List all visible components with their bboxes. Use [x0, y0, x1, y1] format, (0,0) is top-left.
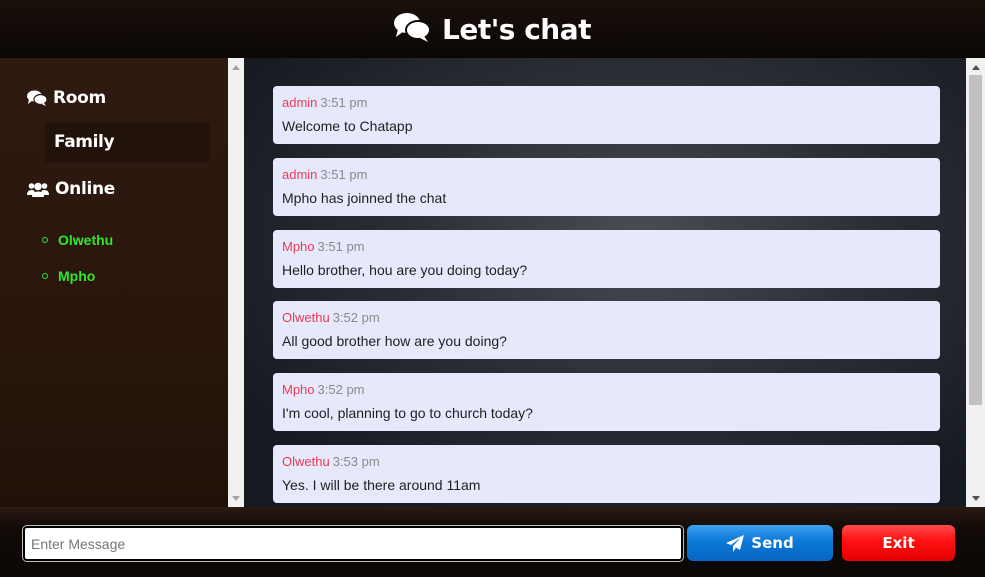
message-time: 3:51 pm — [320, 95, 368, 110]
message-author: admin — [282, 95, 318, 110]
scroll-up-arrow-icon[interactable] — [966, 60, 985, 74]
circle-icon — [42, 237, 48, 243]
user-list-item: Olwethu — [42, 222, 113, 258]
paper-plane-icon — [726, 534, 745, 552]
app-header: Let's chat — [0, 0, 985, 58]
comments-icon — [27, 90, 47, 106]
message-author: Mpho — [282, 382, 315, 397]
message-time: 3:53 pm — [332, 454, 380, 469]
scroll-up-arrow-icon[interactable] — [228, 60, 244, 74]
sidebar-scrollbar[interactable] — [228, 58, 244, 507]
comments-icon — [393, 13, 430, 42]
chat-message: admin 3:51 pm Welcome to Chatapp — [273, 86, 940, 144]
scroll-down-arrow-icon[interactable] — [228, 491, 244, 505]
chat-message: Mpho 3:51 pm Hello brother, hou are you d… — [273, 230, 940, 288]
message-author: Mpho — [282, 239, 315, 254]
message-text: Mpho has joinned the chat — [282, 190, 447, 206]
message-composer: Send Exit — [0, 507, 985, 577]
message-time: 3:51 pm — [320, 167, 368, 182]
message-time: 3:51 pm — [317, 239, 365, 254]
page-title: Let's chat — [441, 12, 592, 46]
sidebar: Room Family Online Olwethu Mpho — [0, 58, 228, 507]
message-author: admin — [282, 167, 318, 182]
message-time: 3:52 pm — [317, 382, 365, 397]
chat-message: Mpho 3:52 pm I'm cool, planning to go to … — [273, 373, 940, 431]
user-name: Mpho — [58, 268, 96, 284]
users-icon — [27, 182, 49, 197]
scrollbar-thumb[interactable] — [969, 75, 982, 405]
message-text: Welcome to Chatapp — [282, 118, 413, 134]
online-heading: Online — [27, 179, 115, 199]
room-heading: Room — [27, 88, 106, 108]
scroll-down-arrow-icon[interactable] — [966, 491, 985, 505]
online-users-list: Olwethu Mpho — [42, 222, 113, 294]
message-text: I'm cool, planning to go to church today… — [282, 405, 533, 421]
chat-messages-panel: admin 3:51 pm Welcome to Chatapp admin 3:5… — [244, 58, 966, 507]
exit-label: Exit — [882, 534, 915, 552]
message-author: Olwethu — [282, 310, 330, 325]
online-label: Online — [55, 179, 116, 199]
room-name: Family — [45, 122, 210, 162]
chat-message: admin 3:51 pm Mpho has joinned the chat — [273, 158, 940, 216]
message-input[interactable] — [22, 525, 684, 562]
chat-message: Olwethu 3:52 pm All good brother how are … — [273, 301, 940, 359]
message-text: Hello brother, hou are you doing today? — [282, 262, 528, 278]
chat-message: Olwethu 3:53 pm Yes. I will be there arou… — [273, 445, 940, 503]
send-button[interactable]: Send — [687, 525, 833, 561]
chat-scrollbar[interactable] — [966, 58, 985, 507]
user-list-item: Mpho — [42, 258, 113, 294]
user-name: Olwethu — [58, 232, 114, 248]
message-text: Yes. I will be there around 11am — [282, 477, 481, 493]
room-label: Room — [53, 88, 106, 108]
exit-button[interactable]: Exit — [842, 525, 955, 561]
message-text: All good brother how are you doing? — [282, 333, 507, 349]
message-time: 3:52 pm — [332, 310, 380, 325]
message-author: Olwethu — [282, 454, 330, 469]
circle-icon — [42, 273, 48, 279]
send-label: Send — [751, 534, 794, 552]
